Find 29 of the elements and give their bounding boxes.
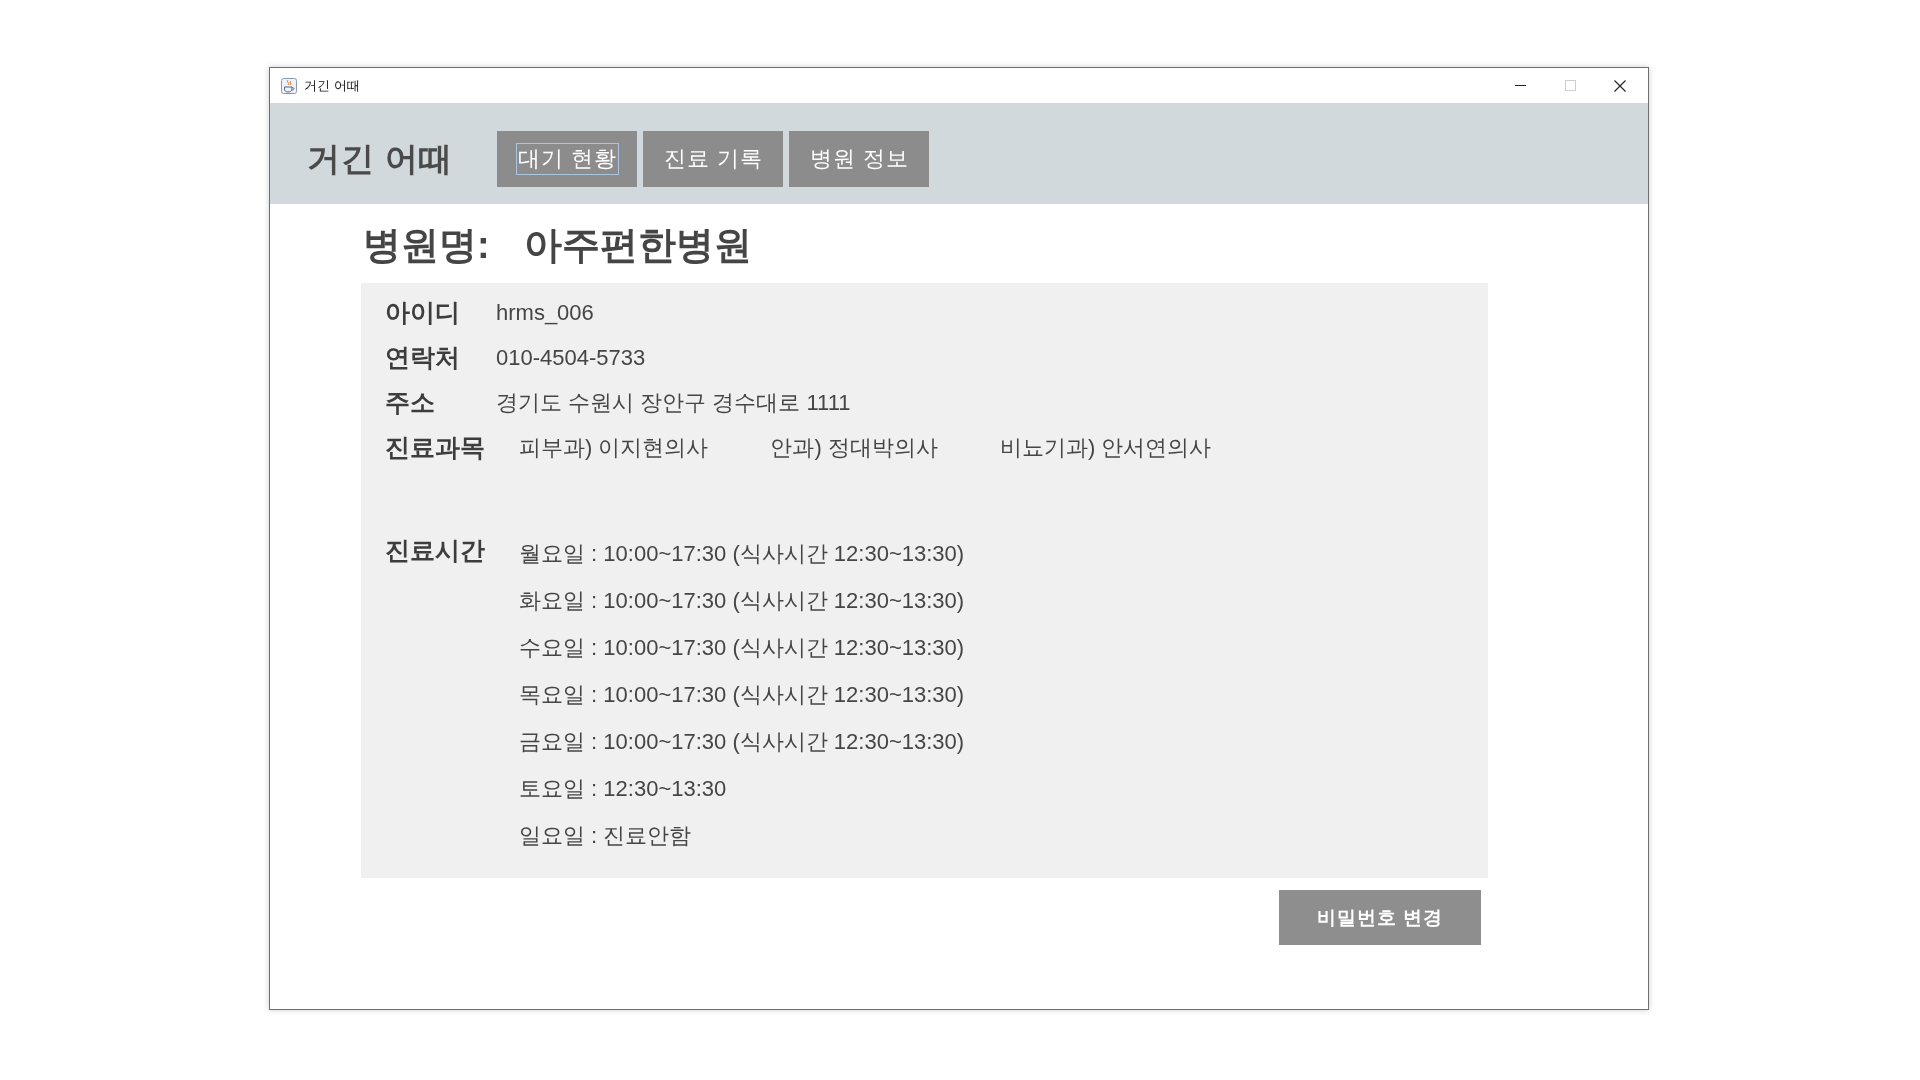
hours-line: 월요일 : 10:00~17:30 (식사시간 12:30~13:30) — [519, 540, 965, 568]
field-label: 주소 — [385, 387, 436, 418]
field-label: 아이디 — [385, 297, 461, 328]
nav-tab[interactable]: 대기 현황 — [497, 131, 638, 187]
hospital-name: 아주편한병원 — [523, 222, 752, 268]
department-doctor: 피부과) 이지현의사 — [519, 433, 709, 462]
window-title: 거긴 어때 — [304, 76, 360, 95]
hours-line: 일요일 : 진료안함 — [519, 822, 693, 850]
change-password-button[interactable]: 비밀번호 변경 — [1279, 890, 1481, 945]
close-icon — [1614, 79, 1626, 92]
hospital-name-label: 병원명: — [363, 222, 490, 268]
field-label: 연락처 — [385, 342, 461, 373]
field-label: 진료시간 — [385, 535, 486, 566]
field-value: hrms_006 — [496, 299, 594, 326]
cup-icon — [281, 77, 297, 94]
hours-line: 금요일 : 10:00~17:30 (식사시간 12:30~13:30) — [519, 728, 965, 756]
field-value: 010-4504-5733 — [496, 344, 646, 371]
field-label: 진료과목 — [385, 432, 486, 463]
nav-tab[interactable]: 병원 정보 — [789, 131, 930, 187]
department-doctor: 안과) 정대박의사 — [770, 433, 938, 462]
field-value: 경기도 수원시 장안구 경수대로 1111 — [496, 388, 851, 417]
app-logo: 거긴 어때 — [307, 138, 454, 179]
hours-line: 토요일 : 12:30~13:30 — [519, 775, 728, 803]
hours-line: 화요일 : 10:00~17:30 (식사시간 12:30~13:30) — [519, 587, 965, 615]
minimize-icon — [1514, 85, 1526, 86]
department-doctor: 비뇨기과) 안서연의사 — [999, 433, 1212, 462]
hours-line: 수요일 : 10:00~17:30 (식사시간 12:30~13:30) — [519, 634, 965, 662]
hours-line: 목요일 : 10:00~17:30 (식사시간 12:30~13:30) — [519, 681, 965, 709]
nav-tab[interactable]: 진료 기록 — [643, 131, 784, 187]
